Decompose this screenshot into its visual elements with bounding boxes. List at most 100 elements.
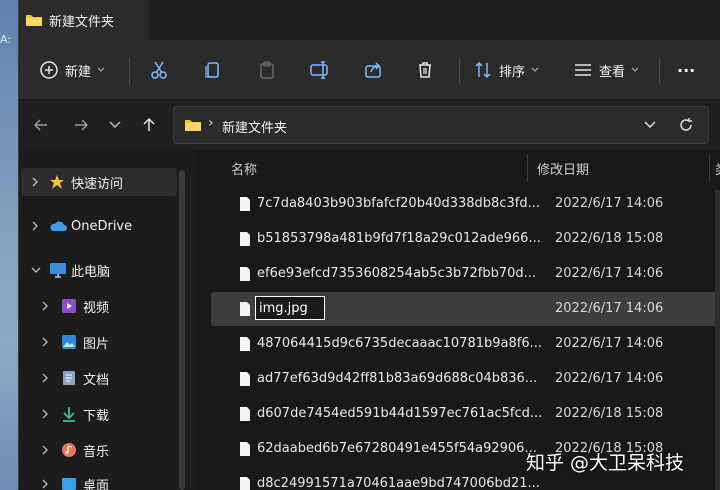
paste-button[interactable] <box>257 54 277 86</box>
sidebar-scrollbar[interactable] <box>179 170 185 490</box>
chevron-right-icon[interactable] <box>41 479 49 489</box>
file-row[interactable]: ad77ef63d9d42ff81b83a69d688c04b836... 20… <box>211 362 720 396</box>
chevron-right-icon[interactable] <box>41 445 49 455</box>
download-icon <box>63 407 75 422</box>
cut-button[interactable] <box>149 54 169 86</box>
path-separator: › <box>208 115 214 131</box>
file-icon <box>240 372 250 386</box>
rename-input[interactable] <box>255 296 325 320</box>
path-segment[interactable]: 新建文件夹 <box>222 117 287 136</box>
chevron-right-icon[interactable] <box>31 221 39 231</box>
file-name: d607de7454ed591b44d1597ec761ac5fcd... <box>257 406 543 421</box>
file-name: 62daabed6b7e67280491e455f54a92906... <box>257 441 537 456</box>
arrow-up-icon <box>143 117 155 131</box>
file-row[interactable]: b51853798a481b9fd7f18a29c012ade966... 20… <box>211 222 720 256</box>
sort-icon <box>475 61 491 79</box>
arrow-right-icon <box>75 119 89 131</box>
column-header-date[interactable]: 修改日期 <box>537 150 589 186</box>
view-button-label: 查看 <box>599 64 626 80</box>
sidebar-item-label: 图片 <box>83 336 110 352</box>
back-button[interactable] <box>29 113 53 137</box>
file-date: 2022/6/18 15:08 <box>555 231 664 246</box>
column-divider[interactable] <box>527 154 528 182</box>
column-header-name[interactable]: 名称 <box>231 150 257 186</box>
list-view-icon <box>575 64 591 76</box>
refresh-icon[interactable] <box>678 117 694 133</box>
sidebar-item-documents[interactable]: 文档 <box>19 364 179 392</box>
file-row[interactable]: 7c7da8403b903bfafcf20b40d338db8c3fd... 2… <box>211 187 720 221</box>
sidebar-item-desktop[interactable]: 桌面 <box>19 470 179 490</box>
scissors-icon <box>151 61 167 79</box>
document-icon <box>63 371 75 385</box>
chevron-right-icon[interactable] <box>41 301 49 311</box>
arrow-left-icon <box>33 119 47 131</box>
column-header-label: 类 <box>715 159 720 178</box>
chevron-down-icon <box>531 67 539 72</box>
sidebar-item-label: 文档 <box>83 372 110 388</box>
file-list-scrollbar[interactable] <box>715 190 720 490</box>
sidebar-item-music[interactable]: 音乐 <box>19 436 179 464</box>
sidebar-item-videos[interactable]: 视频 <box>19 292 179 320</box>
view-button[interactable]: 查看 <box>573 54 639 86</box>
chevron-down-icon <box>109 121 121 129</box>
chevron-down-icon <box>631 67 639 72</box>
share-button[interactable] <box>363 54 383 86</box>
column-header-type[interactable]: 类 <box>715 150 720 186</box>
forward-button[interactable] <box>69 113 93 137</box>
chevron-right-icon[interactable] <box>41 409 49 419</box>
video-icon <box>62 299 76 313</box>
separator <box>659 58 660 84</box>
more-options-button[interactable]: ··· <box>677 54 695 86</box>
sidebar-item-downloads[interactable]: 下载 <box>19 400 179 428</box>
chevron-right-icon[interactable] <box>41 373 49 383</box>
plus-circle-icon <box>40 61 58 79</box>
file-date: 2022/6/17 14:06 <box>555 196 664 211</box>
tab-title: 新建文件夹 <box>49 14 115 30</box>
tab-bar: 新建文件夹 <box>19 0 720 40</box>
watermark: 知乎 @大卫呆科技 <box>526 452 685 474</box>
share-icon <box>365 62 381 78</box>
file-icon <box>240 302 250 316</box>
chevron-right-icon[interactable] <box>41 337 49 347</box>
sidebar-item-onedrive[interactable]: OneDrive <box>19 212 179 240</box>
chevron-down-icon[interactable] <box>644 121 656 129</box>
delete-button[interactable] <box>415 54 435 86</box>
copy-button[interactable] <box>203 54 223 86</box>
folder-icon <box>26 15 42 26</box>
sidebar-item-this-pc[interactable]: 此电脑 <box>19 256 179 284</box>
rename-button[interactable] <box>309 54 331 86</box>
chevron-right-icon[interactable] <box>31 177 39 187</box>
sidebar-item-quick-access[interactable]: 快速访问 <box>21 168 177 196</box>
new-button-label: 新建 <box>65 64 92 80</box>
file-date: 2022/6/17 14:06 <box>555 371 664 386</box>
address-bar[interactable]: › 新建文件夹 <box>173 106 709 144</box>
new-button[interactable]: 新建 <box>39 54 105 86</box>
file-row[interactable]: d607de7454ed591b44d1597ec761ac5fcd... 20… <box>211 397 720 431</box>
up-button[interactable] <box>137 113 161 137</box>
column-divider[interactable] <box>709 154 710 182</box>
file-row[interactable]: 487064415d9c6735decaaac10781b9a8f6... 20… <box>211 327 720 361</box>
desktop-icon <box>62 478 76 490</box>
column-header-label: 修改日期 <box>537 162 590 178</box>
file-name: b51853798a481b9fd7f18a29c012ade966... <box>257 231 541 246</box>
file-date: 2022/6/17 14:06 <box>555 336 664 351</box>
file-row[interactable]: ef6e93efcd7353608254ab5c3b72fbb70d... 20… <box>211 257 720 291</box>
monitor-icon <box>50 263 66 278</box>
command-bar: 新建 排序 查看 ··· <box>19 40 720 100</box>
recent-locations-button[interactable] <box>103 113 127 137</box>
file-icon <box>240 442 250 456</box>
sort-button[interactable]: 排序 <box>473 54 539 86</box>
sidebar-item-pictures[interactable]: 图片 <box>19 328 179 356</box>
file-list: 名称 修改日期 类 7c7da8403b903bfafcf20b40d338db… <box>197 150 720 490</box>
sidebar-item-label: 桌面 <box>83 478 110 490</box>
file-icon <box>240 232 250 246</box>
tab-current-folder[interactable]: 新建文件夹 <box>19 0 149 40</box>
copy-icon <box>205 62 219 78</box>
navigation-row: › 新建文件夹 <box>19 100 720 150</box>
paste-icon <box>260 61 274 79</box>
chevron-down-icon[interactable] <box>31 266 41 274</box>
sidebar-item-label: 下载 <box>83 408 110 424</box>
file-row-selected[interactable]: 2022/6/17 14:06 <box>211 292 720 326</box>
file-date: 2022/6/18 15:08 <box>555 406 664 421</box>
cloud-icon <box>50 221 67 231</box>
